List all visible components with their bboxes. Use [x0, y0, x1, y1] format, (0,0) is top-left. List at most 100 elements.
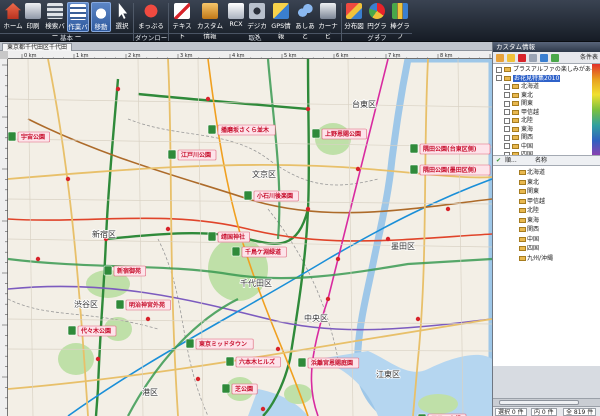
- poi-pin-icon[interactable]: [225, 356, 235, 367]
- station-marker[interactable]: [115, 86, 121, 92]
- station-marker[interactable]: [165, 226, 171, 232]
- list-item[interactable]: 北海道: [493, 168, 600, 178]
- station-marker[interactable]: [195, 376, 201, 382]
- tree-item[interactable]: 北海道: [496, 83, 600, 92]
- poi-pin-icon[interactable]: [8, 131, 17, 142]
- poi-label[interactable]: 小石川後楽園: [256, 192, 293, 200]
- station-marker[interactable]: [335, 256, 341, 262]
- poi-label[interactable]: 浜離宮恩賜庭園: [311, 359, 353, 367]
- poi-label[interactable]: 靖国神社: [221, 233, 245, 241]
- tree-expand-toggle[interactable]: [504, 92, 510, 98]
- order-column-header[interactable]: 順...: [505, 156, 517, 166]
- station-marker[interactable]: [355, 166, 361, 172]
- tree-item[interactable]: 甲信越: [496, 109, 600, 118]
- home-button[interactable]: ホーム: [3, 2, 23, 32]
- station-marker[interactable]: [325, 296, 331, 302]
- poi-pin-icon[interactable]: [67, 325, 77, 336]
- tree-item[interactable]: 東北: [496, 92, 600, 101]
- station-marker[interactable]: [65, 176, 71, 182]
- tree-expand-toggle[interactable]: [504, 143, 510, 149]
- name-column-header[interactable]: 名称: [535, 156, 547, 166]
- footprint-button[interactable]: あしあと: [294, 2, 316, 40]
- work-bar-button[interactable]: 作業バー: [67, 2, 89, 41]
- horizontal-scrollbar[interactable]: [493, 398, 600, 406]
- tree-expand-toggle[interactable]: [504, 134, 510, 141]
- poi-label[interactable]: 上野恩賜公園: [325, 130, 361, 138]
- refresh-icon[interactable]: [540, 54, 548, 62]
- select-button[interactable]: 選択: [113, 2, 131, 32]
- map-canvas[interactable]: 台東区文京区新宿区千代田区 墨田区渋谷区中央区港区 江東区 江戸川公園 播磨坂さくら並…: [8, 59, 492, 416]
- search-bar-button[interactable]: 検索バー: [44, 2, 66, 40]
- tree-item[interactable]: プラスアルファの楽しみがある1: [496, 66, 600, 75]
- pie-chart-button[interactable]: 円グラフ: [366, 2, 388, 40]
- poi-pin-icon[interactable]: [311, 128, 321, 139]
- poi-pin-icon[interactable]: [409, 164, 419, 175]
- tree-item[interactable]: 東海: [496, 126, 600, 135]
- tree-item[interactable]: お花見特集2010: [496, 74, 600, 84]
- station-marker[interactable]: [95, 356, 101, 362]
- export-icon[interactable]: [551, 54, 559, 62]
- station-marker[interactable]: [445, 206, 451, 212]
- list-item[interactable]: 九州/沖縄: [493, 254, 600, 264]
- tree-item[interactable]: 関西: [496, 134, 600, 143]
- poi-label[interactable]: 東京ミッドタウン: [199, 340, 247, 348]
- new-item-icon[interactable]: [507, 54, 515, 62]
- list-item[interactable]: 甲信越: [493, 197, 600, 207]
- tree-expand-toggle[interactable]: [504, 100, 510, 107]
- tree-expand-toggle[interactable]: [496, 75, 502, 81]
- mapple-button[interactable]: まっぷる: [138, 2, 164, 32]
- poi-label[interactable]: 播磨坂さくら並木: [221, 126, 270, 134]
- list-item[interactable]: 中国: [493, 235, 600, 245]
- poi-pin-icon[interactable]: [115, 299, 125, 310]
- list-item[interactable]: 北陸: [493, 206, 600, 216]
- tree-expand-toggle[interactable]: [504, 126, 510, 132]
- poi-label[interactable]: 新宿御苑: [117, 267, 141, 275]
- station-marker[interactable]: [305, 206, 311, 212]
- station-marker[interactable]: [145, 316, 151, 322]
- list-item[interactable]: 関西: [493, 225, 600, 235]
- tree-expand-toggle[interactable]: [504, 83, 510, 90]
- text-button[interactable]: テキスト: [171, 2, 193, 40]
- poi-label[interactable]: 千鳥ケ淵緑道: [245, 248, 281, 256]
- station-marker[interactable]: [260, 406, 266, 412]
- poi-label[interactable]: 江戸川公園: [181, 151, 211, 159]
- properties-icon[interactable]: [529, 54, 537, 62]
- scroll-thumb[interactable]: [499, 400, 579, 405]
- gps-info-button[interactable]: GPS情報: [269, 2, 293, 40]
- delete-icon[interactable]: [518, 54, 526, 62]
- tree-item[interactable]: 関東: [496, 100, 600, 109]
- poi-pin-icon[interactable]: [207, 124, 217, 135]
- station-marker[interactable]: [205, 96, 211, 102]
- station-marker[interactable]: [35, 256, 41, 262]
- poi-pin-icon[interactable]: [243, 190, 253, 201]
- rcx-button[interactable]: RCX: [228, 2, 244, 32]
- list-item[interactable]: 東北: [493, 178, 600, 188]
- poi-label[interactable]: 六本木ヒルズ: [239, 358, 275, 366]
- poi-pin-icon[interactable]: [207, 231, 217, 242]
- poi-pin-icon[interactable]: [231, 246, 241, 257]
- custom-info-button[interactable]: カスタム情報: [194, 2, 226, 40]
- map-tab[interactable]: 東京都千代田区千代田: [2, 43, 73, 51]
- poi-label[interactable]: 隅田公園(墨田区側): [423, 166, 477, 174]
- station-marker[interactable]: [275, 346, 281, 352]
- folder-open-icon[interactable]: [496, 54, 504, 62]
- station-marker[interactable]: [385, 236, 391, 242]
- poi-label[interactable]: 芝公園: [235, 385, 253, 393]
- move-button[interactable]: 移動: [91, 2, 111, 32]
- poi-pin-icon[interactable]: [185, 338, 195, 349]
- station-marker[interactable]: [415, 316, 421, 322]
- poi-label[interactable]: 宇宙公園: [21, 133, 45, 141]
- station-marker[interactable]: [305, 106, 311, 112]
- poi-pin-icon[interactable]: [409, 143, 419, 154]
- poi-label[interactable]: 代々木公園: [80, 327, 111, 335]
- tree-item[interactable]: 中国: [496, 143, 600, 152]
- camera-button[interactable]: デジカメ: [246, 2, 268, 40]
- distribution-map-button[interactable]: 分布図: [343, 2, 365, 32]
- tree-expand-toggle[interactable]: [496, 66, 502, 73]
- tree-expand-toggle[interactable]: [504, 117, 510, 124]
- poi-pin-icon[interactable]: [297, 357, 307, 368]
- poi-label[interactable]: 明治神宮外苑: [129, 301, 165, 309]
- tree-item[interactable]: 北陸: [496, 117, 600, 126]
- condition-table-button[interactable]: 条件表: [580, 53, 598, 63]
- category-tree[interactable]: プラスアルファの楽しみがある1 お花見特集2010 北海道 東北 関東 甲信越 北陸 東海 関西…: [493, 64, 600, 156]
